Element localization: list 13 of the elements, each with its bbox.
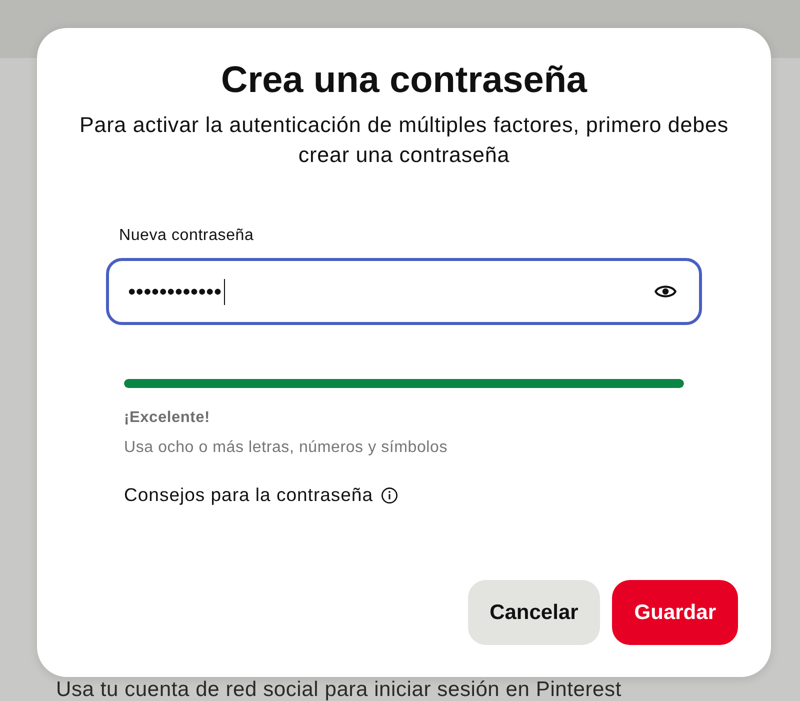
save-button[interactable]: Guardar — [612, 580, 738, 645]
page-text: Usa tu cuenta de red social para iniciar sesión en Pinterest — [56, 679, 622, 701]
password-hint: Usa ocho o más letras, números y símbolos — [124, 438, 449, 458]
eye-icon[interactable] — [654, 283, 677, 300]
cancel-button[interactable]: Cancelar — [468, 580, 600, 645]
password-field[interactable]: •••••••••••• — [106, 258, 702, 325]
info-icon[interactable] — [381, 486, 398, 504]
dialog-subtitle: Para activar la autenticación de múltiples factores, primero debes crear una contraseña — [78, 112, 730, 169]
password-tips-link[interactable]: Consejos para la contraseña — [124, 483, 374, 507]
text-cursor — [224, 278, 225, 304]
dialog-title: Crea una contraseña — [220, 58, 588, 102]
strength-rating: ¡Excelente! — [124, 408, 211, 428]
field-label: Nueva contraseña — [118, 226, 255, 246]
